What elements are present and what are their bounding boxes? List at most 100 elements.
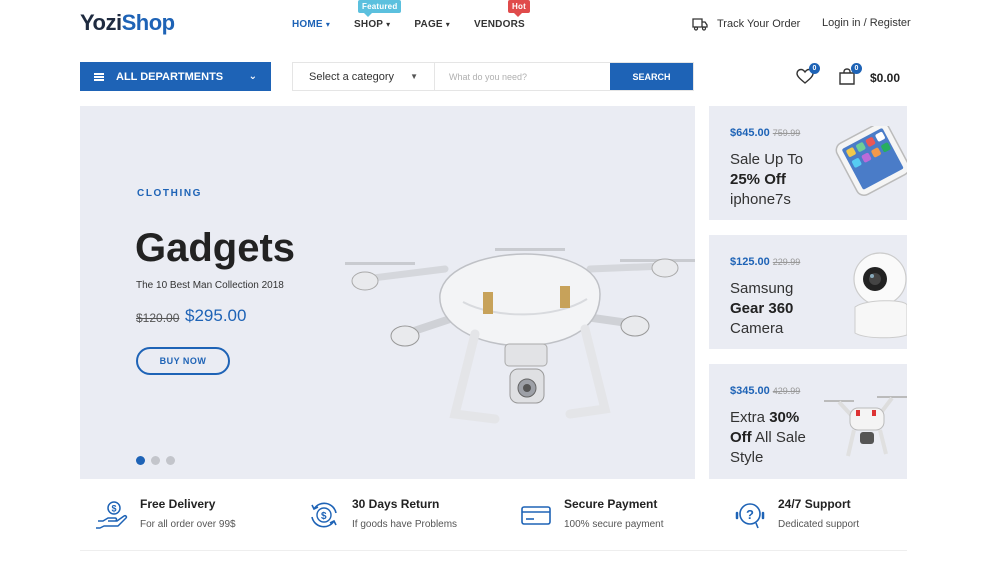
promo-line-1b: 30% bbox=[769, 409, 800, 426]
feature-text: Secure Payment 100% secure payment bbox=[564, 497, 664, 531]
nav-item-page[interactable]: PAGE ▾ bbox=[414, 19, 450, 30]
buy-now-button[interactable]: BUY NOW bbox=[136, 347, 230, 375]
feature-return: $ 30 Days Return If goods have Problems bbox=[308, 497, 457, 531]
feature-description: 100% secure payment bbox=[564, 519, 664, 530]
promo-line-1a: Extra bbox=[730, 409, 766, 426]
hero-subtitle: CLOTHING bbox=[137, 188, 203, 199]
feature-title: 24/7 Support bbox=[778, 497, 851, 511]
track-order-label: Track Your Order bbox=[717, 18, 801, 30]
promo-line-2b: All Sale bbox=[755, 429, 806, 446]
feature-support: ? 24/7 Support Dedicated support bbox=[734, 497, 859, 531]
caret-down-icon: ▾ bbox=[445, 20, 451, 29]
delivery-hand-dollar-icon: $ bbox=[96, 501, 128, 529]
security-camera-image bbox=[853, 252, 907, 339]
slider-dot-2[interactable] bbox=[151, 456, 160, 465]
feature-description: If goods have Problems bbox=[352, 519, 458, 530]
departments-label: ALL DEPARTMENTS bbox=[116, 70, 224, 83]
smartphone-image bbox=[835, 126, 907, 196]
promo-old-price: 759.99 bbox=[772, 128, 801, 138]
nav-label: VENDORS bbox=[474, 19, 525, 30]
feature-free-delivery: $ Free Delivery For all order over 99$ bbox=[96, 497, 236, 531]
feature-title: Secure Payment bbox=[564, 497, 658, 511]
hero-description: The 10 Best Man Collection 2018 bbox=[136, 280, 284, 291]
svg-text:?: ? bbox=[746, 507, 754, 522]
promo-price: $345.00 429.99 bbox=[730, 385, 800, 397]
promo-old-price: 229.99 bbox=[772, 257, 801, 267]
hero-title: Gadgets bbox=[135, 226, 296, 270]
slider-dots bbox=[136, 456, 175, 465]
nav-label: PAGE bbox=[414, 19, 443, 30]
nav-item-vendors[interactable]: Hot VENDORS bbox=[474, 0, 530, 30]
hero-banner: CLOTHING Gadgets The 10 Best Man Collect… bbox=[80, 106, 695, 479]
feature-description: For all order over 99$ bbox=[140, 519, 236, 530]
search-button[interactable]: SEARCH bbox=[610, 63, 693, 90]
promo-current-price: $345.00 bbox=[730, 385, 770, 397]
cart-count: 0 bbox=[851, 63, 862, 74]
svg-text:$: $ bbox=[321, 511, 327, 522]
promo-line-2: 25% Off bbox=[730, 171, 786, 188]
promo-line-3: Style bbox=[730, 449, 764, 466]
promo-current-price: $645.00 bbox=[730, 127, 770, 139]
feature-secure-payment: Secure Payment 100% secure payment bbox=[520, 497, 664, 531]
truck-icon bbox=[692, 18, 708, 31]
all-departments-button[interactable]: ALL DEPARTMENTS ⌄ bbox=[80, 62, 271, 91]
hot-badge: Hot bbox=[508, 0, 530, 17]
featured-badge: Featured bbox=[358, 0, 402, 17]
mini-drone-image bbox=[824, 396, 907, 457]
promo-card-camera[interactable]: $125.00 229.99 Samsung Gear 360 Camera bbox=[709, 235, 907, 349]
promo-line-3: Camera bbox=[730, 320, 784, 337]
promo-old-price: 429.99 bbox=[772, 386, 801, 396]
hero-old-price: $120.00 bbox=[136, 311, 180, 325]
svg-text:$: $ bbox=[112, 504, 117, 514]
credit-card-icon bbox=[521, 506, 551, 525]
caret-down-icon: ▼ bbox=[410, 72, 418, 81]
promo-line-3: iphone7s bbox=[730, 191, 791, 208]
promo-line-2a: Off bbox=[730, 429, 752, 446]
login-register-link[interactable]: Login in / Register bbox=[822, 17, 911, 29]
wishlist-count: 0 bbox=[809, 63, 820, 74]
logo[interactable]: YoziShop bbox=[80, 10, 175, 36]
wishlist-button[interactable]: 0 bbox=[796, 63, 820, 86]
category-select[interactable]: Select a category ▼ bbox=[293, 63, 435, 90]
promo-card-iphone[interactable]: $645.00 759.99 Sale Up To 25% Off iphone7… bbox=[709, 106, 907, 220]
promo-line-1: Samsung bbox=[730, 280, 794, 297]
promo-text: Extra 30% Off All Sale Style bbox=[730, 408, 835, 468]
chevron-down-icon: ⌄ bbox=[248, 71, 257, 82]
slider-dot-1[interactable] bbox=[136, 456, 145, 465]
cart-button[interactable]: 0 bbox=[838, 63, 862, 86]
support-question-icon: ? bbox=[735, 503, 765, 529]
return-dollar-icon: $ bbox=[311, 502, 337, 528]
nav-label: HOME bbox=[292, 19, 323, 30]
main-nav: HOME ▾ Featured SHOP ▾ PAGE ▾ Hot VENDORS bbox=[292, 0, 549, 30]
divider bbox=[80, 550, 907, 551]
nav-item-home[interactable]: HOME ▾ bbox=[292, 19, 330, 30]
drone-image bbox=[345, 248, 695, 424]
logo-text-yozi: Yozi bbox=[80, 10, 122, 35]
slider-dot-3[interactable] bbox=[166, 456, 175, 465]
feature-text: 24/7 Support Dedicated support bbox=[778, 497, 859, 531]
logo-text-shop: Shop bbox=[121, 10, 176, 35]
feature-title: 30 Days Return bbox=[352, 497, 440, 511]
search-input[interactable] bbox=[435, 63, 610, 90]
feature-title: Free Delivery bbox=[140, 497, 216, 511]
promo-price: $645.00 759.99 bbox=[730, 127, 800, 139]
cart-total: $0.00 bbox=[870, 71, 901, 85]
feature-text: 30 Days Return If goods have Problems bbox=[352, 497, 457, 531]
promo-price: $125.00 229.99 bbox=[730, 256, 800, 268]
promo-line-1: Sale Up To bbox=[730, 151, 804, 168]
promo-text: Samsung Gear 360 Camera bbox=[730, 279, 835, 339]
hero-new-price: $295.00 bbox=[185, 306, 247, 325]
promo-text: Sale Up To 25% Off iphone7s bbox=[730, 150, 835, 210]
hamburger-menu-icon bbox=[94, 72, 104, 81]
search-bar: Select a category ▼ SEARCH bbox=[292, 62, 694, 91]
nav-label: SHOP bbox=[354, 19, 384, 30]
feature-description: Dedicated support bbox=[778, 519, 860, 530]
promo-card-drone[interactable]: $345.00 429.99 Extra 30% Off All Sale Sty… bbox=[709, 364, 907, 479]
caret-down-icon: ▾ bbox=[386, 20, 391, 29]
promo-current-price: $125.00 bbox=[730, 256, 770, 268]
caret-down-icon: ▾ bbox=[325, 20, 331, 29]
track-order-link[interactable]: Track Your Order bbox=[692, 17, 800, 31]
nav-item-shop[interactable]: Featured SHOP ▾ bbox=[354, 0, 402, 30]
promo-line-2: Gear 360 bbox=[730, 300, 794, 317]
category-select-label: Select a category bbox=[309, 70, 394, 83]
